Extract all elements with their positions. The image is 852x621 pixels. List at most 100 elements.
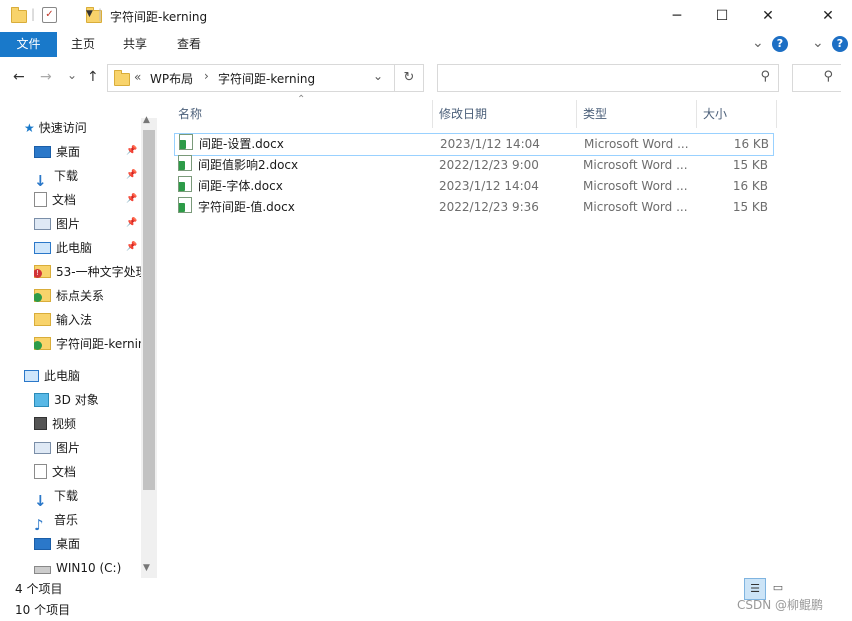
file-date: 2022/12/23 9:36	[439, 200, 539, 214]
nav-item-label: 文档	[52, 193, 77, 207]
file-name: 字符间距-值.docx	[198, 200, 295, 214]
help-icon-2[interactable]: ?	[832, 36, 848, 52]
nav-item[interactable]: 3D 对象	[34, 388, 141, 412]
nav-item[interactable]: 视频	[34, 412, 141, 436]
nav-item[interactable]: WIN10 (C:)	[34, 556, 141, 580]
total-count: 10 个项目	[15, 603, 71, 617]
scrollbar-thumb[interactable]	[143, 130, 155, 490]
file-size: 16 KB	[732, 179, 768, 193]
recent-locations-button[interactable]: ⌄	[67, 68, 77, 82]
customize-qat-icon[interactable]: ▼	[86, 9, 93, 19]
pin-icon[interactable]: 📌	[126, 218, 137, 228]
folder-icon	[114, 70, 130, 86]
pin-icon[interactable]: 📌	[126, 146, 137, 156]
column-divider[interactable]	[432, 100, 433, 128]
overflow-chevron-icon[interactable]: «	[134, 70, 141, 84]
document-icon	[34, 192, 47, 207]
expand-ribbon-icon[interactable]: ⌄	[752, 35, 764, 51]
close-button[interactable]: ✕	[745, 0, 791, 32]
nav-item[interactable]: 桌面	[34, 140, 141, 164]
file-size: 15 KB	[732, 158, 768, 172]
nav-item[interactable]: 图片	[34, 212, 141, 236]
items-count: 4 个项目	[15, 582, 63, 596]
chevron-down-icon[interactable]: ⌄	[373, 69, 383, 83]
nav-item[interactable]: 桌面	[34, 532, 141, 556]
search-icon[interactable]: ⚲	[760, 69, 770, 84]
tab-view[interactable]: 查看	[169, 32, 209, 57]
nav-item-label: 图片	[56, 441, 81, 455]
desktop-icon	[34, 537, 51, 550]
music-icon: ♪	[34, 516, 44, 532]
download-icon: ↓	[34, 492, 47, 508]
watermark: CSDN @柳鲲鹏	[737, 598, 824, 612]
nav-item[interactable]: ♪ 音乐	[34, 508, 141, 532]
column-header-size[interactable]: 大小	[703, 100, 727, 128]
pin-icon[interactable]: 📌	[126, 242, 137, 252]
file-date: 2022/12/23 9:00	[439, 158, 539, 172]
this-pc-header[interactable]: 此电脑	[24, 364, 80, 388]
up-button[interactable]: ↑	[87, 69, 99, 85]
column-divider[interactable]	[576, 100, 577, 128]
tab-share[interactable]: 共享	[115, 32, 155, 57]
scroll-down-icon[interactable]: ▼	[143, 563, 150, 573]
breadcrumb-separator-icon: ›	[204, 69, 209, 83]
column-divider[interactable]	[776, 100, 777, 128]
expand-ribbon-icon-2[interactable]: ⌄	[812, 35, 824, 51]
word-document-icon	[178, 197, 192, 213]
nav-item[interactable]: ! 53-一种文字处理	[34, 260, 141, 284]
picture-icon	[34, 441, 51, 454]
ribbon-tabs: 文件 主页 共享 查看 ⌄ ? ⌄ ?	[0, 32, 852, 58]
nav-item-label: 标点关系	[56, 289, 105, 303]
nav-item[interactable]: 文档	[34, 188, 141, 212]
nav-item[interactable]: 输入法	[34, 308, 141, 332]
word-document-icon	[178, 176, 192, 192]
nav-item[interactable]: ↓ 下载	[34, 164, 141, 188]
nav-item-label: 3D 对象	[54, 393, 99, 407]
column-header-name[interactable]: 名称	[178, 100, 202, 128]
file-name: 间距-字体.docx	[198, 179, 283, 193]
file-size: 16 KB	[733, 137, 769, 151]
close-button-2[interactable]: ✕	[805, 0, 851, 32]
column-header-type[interactable]: 类型	[583, 100, 607, 128]
tab-home[interactable]: 主页	[63, 32, 103, 57]
file-type: Microsoft Word ...	[583, 179, 688, 193]
nav-item-label: 下载	[54, 169, 79, 183]
picture-icon	[34, 217, 51, 230]
file-row[interactable]: 间距-设置.docx 2023/1/12 14:04 Microsoft Word …	[174, 133, 774, 156]
address-bar[interactable]: « WP布局 › 字符间距-kerning ⌄	[107, 64, 395, 92]
back-button[interactable]: ←	[13, 69, 25, 85]
scroll-up-icon[interactable]: ▲	[143, 115, 150, 125]
computer-icon	[34, 241, 51, 254]
breadcrumb-item[interactable]: WP布局	[150, 70, 193, 87]
sort-ascending-icon: ⌃	[297, 94, 306, 105]
nav-item[interactable]: 字符间距-kerning	[34, 332, 141, 356]
nav-item[interactable]: 图片	[34, 436, 141, 460]
search-input[interactable]: ⚲	[437, 64, 779, 92]
tab-file[interactable]: 文件	[0, 32, 57, 57]
forward-button[interactable]: →	[40, 69, 52, 85]
word-document-icon	[178, 155, 192, 171]
minimize-button[interactable]: ─	[654, 0, 700, 32]
search-icon[interactable]: ⚲	[823, 69, 833, 84]
folder-check-icon	[34, 337, 51, 350]
column-header-date[interactable]: 修改日期	[439, 100, 487, 128]
pin-icon[interactable]: 📌	[126, 170, 137, 180]
nav-item[interactable]: 标点关系	[34, 284, 141, 308]
properties-icon[interactable]: ✓	[42, 7, 57, 23]
nav-item[interactable]: ↓ 下载	[34, 484, 141, 508]
search-input-2[interactable]: ⚲	[792, 64, 841, 92]
help-icon[interactable]: ?	[772, 36, 788, 52]
breadcrumb-item[interactable]: 字符间距-kerning	[218, 70, 315, 87]
file-row[interactable]: 间距值影响2.docx 2022/12/23 9:00 Microsoft Word…	[174, 155, 772, 176]
file-row[interactable]: 间距-字体.docx 2023/1/12 14:04 Microsoft Word …	[174, 176, 772, 197]
column-divider[interactable]	[696, 100, 697, 128]
nav-item[interactable]: 此电脑	[34, 236, 141, 260]
large-icons-view-icon[interactable]: ▭	[768, 578, 788, 598]
refresh-button[interactable]: ↻	[394, 64, 424, 92]
pin-icon[interactable]: 📌	[126, 194, 137, 204]
quick-access-header[interactable]: ★ 快速访问	[24, 116, 87, 140]
maximize-button[interactable]: ☐	[699, 0, 745, 32]
file-row[interactable]: 字符间距-值.docx 2022/12/23 9:36 Microsoft Word…	[174, 197, 772, 218]
nav-item[interactable]: 文档	[34, 460, 141, 484]
3d-objects-icon	[34, 392, 49, 407]
